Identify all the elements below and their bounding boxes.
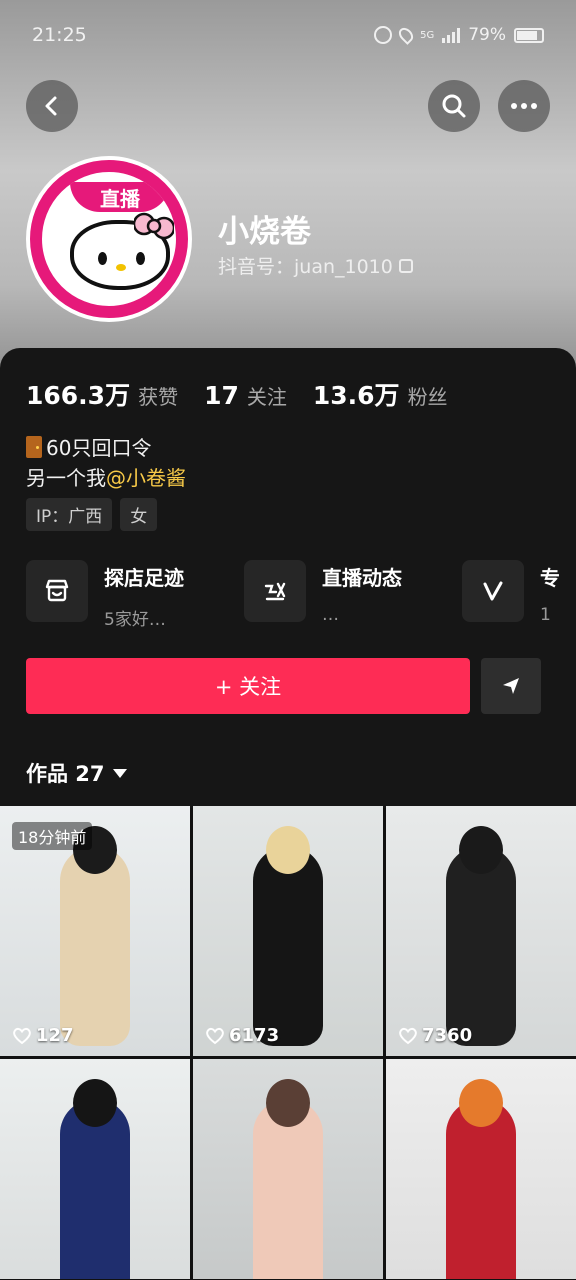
more-button[interactable]: [498, 80, 550, 132]
status-icons: 5G 79%: [374, 25, 544, 45]
card-shop-visits[interactable]: 探店足迹 5家好…: [26, 560, 244, 630]
video-figure-image: [60, 846, 130, 1046]
bio-line-2-text: 另一个我: [26, 466, 106, 490]
card-music-subtitle: 1: [540, 605, 551, 625]
posted-time-badge: 18分钟前: [12, 822, 93, 850]
douyin-id-text: 抖音号：juan_1010: [218, 256, 393, 278]
card-music-title: 专: [540, 566, 560, 590]
stat-likes-label: 获赞: [138, 385, 179, 409]
heart-icon: [399, 1027, 417, 1044]
stat-following-label: 关注: [246, 385, 287, 409]
stat-followers[interactable]: 13.6万 粉丝: [313, 376, 448, 412]
video-likes-count: 7360: [422, 1025, 473, 1046]
search-button[interactable]: [428, 80, 480, 132]
chevron-left-icon: [45, 96, 57, 116]
tag-gender: 女: [120, 498, 158, 531]
stat-followers-value: 13.6万: [312, 381, 400, 410]
bio-line-1-text: 60只回口令: [46, 436, 152, 460]
music-v-icon: [462, 560, 524, 622]
heart-icon: [206, 1027, 224, 1044]
shop-icon: [26, 560, 88, 622]
video-head-image: [459, 826, 503, 874]
douyin-id[interactable]: 抖音号：juan_1010: [218, 252, 413, 279]
bio-line-1: 60只回口令: [26, 432, 151, 461]
status-time: 21:25: [32, 24, 87, 46]
video-thumbnail[interactable]: 7360: [386, 806, 576, 1056]
video-likes: 127: [12, 1025, 74, 1046]
card-live-title: 直播动态: [322, 566, 402, 590]
battery-icon: [514, 27, 544, 43]
live-dynamic-icon: [244, 560, 306, 622]
card-music[interactable]: 专 1: [462, 560, 562, 630]
video-likes-count: 127: [36, 1025, 74, 1046]
video-figure-image: [446, 846, 516, 1046]
video-thumbnail[interactable]: 6173: [193, 806, 383, 1056]
video-head-image: [459, 1079, 503, 1127]
video-head-image: [266, 1079, 310, 1127]
video-thumbnail[interactable]: [193, 1059, 383, 1279]
heart-icon: [13, 1027, 31, 1044]
battery-percent: 79%: [468, 25, 506, 45]
avatar[interactable]: 直播: [26, 156, 192, 322]
more-dots-icon: [511, 103, 537, 109]
video-likes-count: 6173: [229, 1025, 280, 1046]
video-thumbnail[interactable]: [0, 1059, 190, 1279]
search-icon: [442, 94, 466, 118]
tag-ip-location: IP：广西: [26, 498, 113, 531]
back-button[interactable]: [26, 80, 78, 132]
location-icon: [396, 25, 416, 45]
signal-icon: [442, 27, 461, 43]
stat-likes[interactable]: 166.3万 获赞: [26, 376, 178, 412]
feature-cards: 探店足迹 5家好… 直播动态 … 专 1: [26, 560, 562, 630]
card-live-dynamic[interactable]: 直播动态 …: [244, 560, 462, 630]
video-thumbnail[interactable]: [386, 1059, 576, 1279]
tab-works-label: 作品 27: [26, 762, 105, 786]
caret-down-icon: [112, 768, 127, 778]
stat-following[interactable]: 17 关注: [204, 381, 287, 410]
stat-following-value: 17: [204, 381, 239, 410]
video-thumbnail[interactable]: 18分钟前 127: [0, 806, 190, 1056]
profile-tags: IP：广西 女: [26, 498, 158, 531]
tab-works[interactable]: 作品 27: [26, 758, 127, 788]
profile-name: 小烧卷: [218, 214, 311, 250]
send-icon: [503, 678, 519, 694]
copy-icon[interactable]: [398, 258, 413, 273]
video-grid: 18分钟前 127 6173 7360: [0, 806, 576, 1280]
stat-followers-label: 粉丝: [407, 385, 448, 409]
video-head-image: [73, 1079, 117, 1127]
follow-button-label: + 关注: [214, 675, 282, 699]
profile-stats: 166.3万 获赞 17 关注 13.6万 粉丝: [26, 376, 474, 412]
door-icon: [26, 435, 42, 458]
video-likes: 6173: [205, 1025, 279, 1046]
status-bar: 21:25 5G 79%: [0, 0, 576, 70]
network-type: 5G: [420, 29, 435, 41]
video-head-image: [266, 826, 310, 874]
share-button[interactable]: [481, 658, 541, 714]
card-shop-title: 探店足迹: [104, 566, 184, 590]
card-live-subtitle: …: [322, 605, 339, 625]
alarm-icon: [374, 26, 393, 44]
follow-button[interactable]: + 关注: [26, 658, 470, 714]
live-ring: 直播: [30, 160, 188, 318]
video-figure-image: [253, 846, 323, 1046]
bio-mention-link[interactable]: @小卷酱: [106, 466, 186, 490]
bio-line-2: 另一个我@小卷酱: [26, 462, 186, 491]
video-likes: 7360: [398, 1025, 472, 1046]
card-shop-subtitle: 5家好…: [104, 610, 166, 630]
stat-likes-value: 166.3万: [26, 381, 131, 410]
bow-icon: [134, 212, 174, 240]
